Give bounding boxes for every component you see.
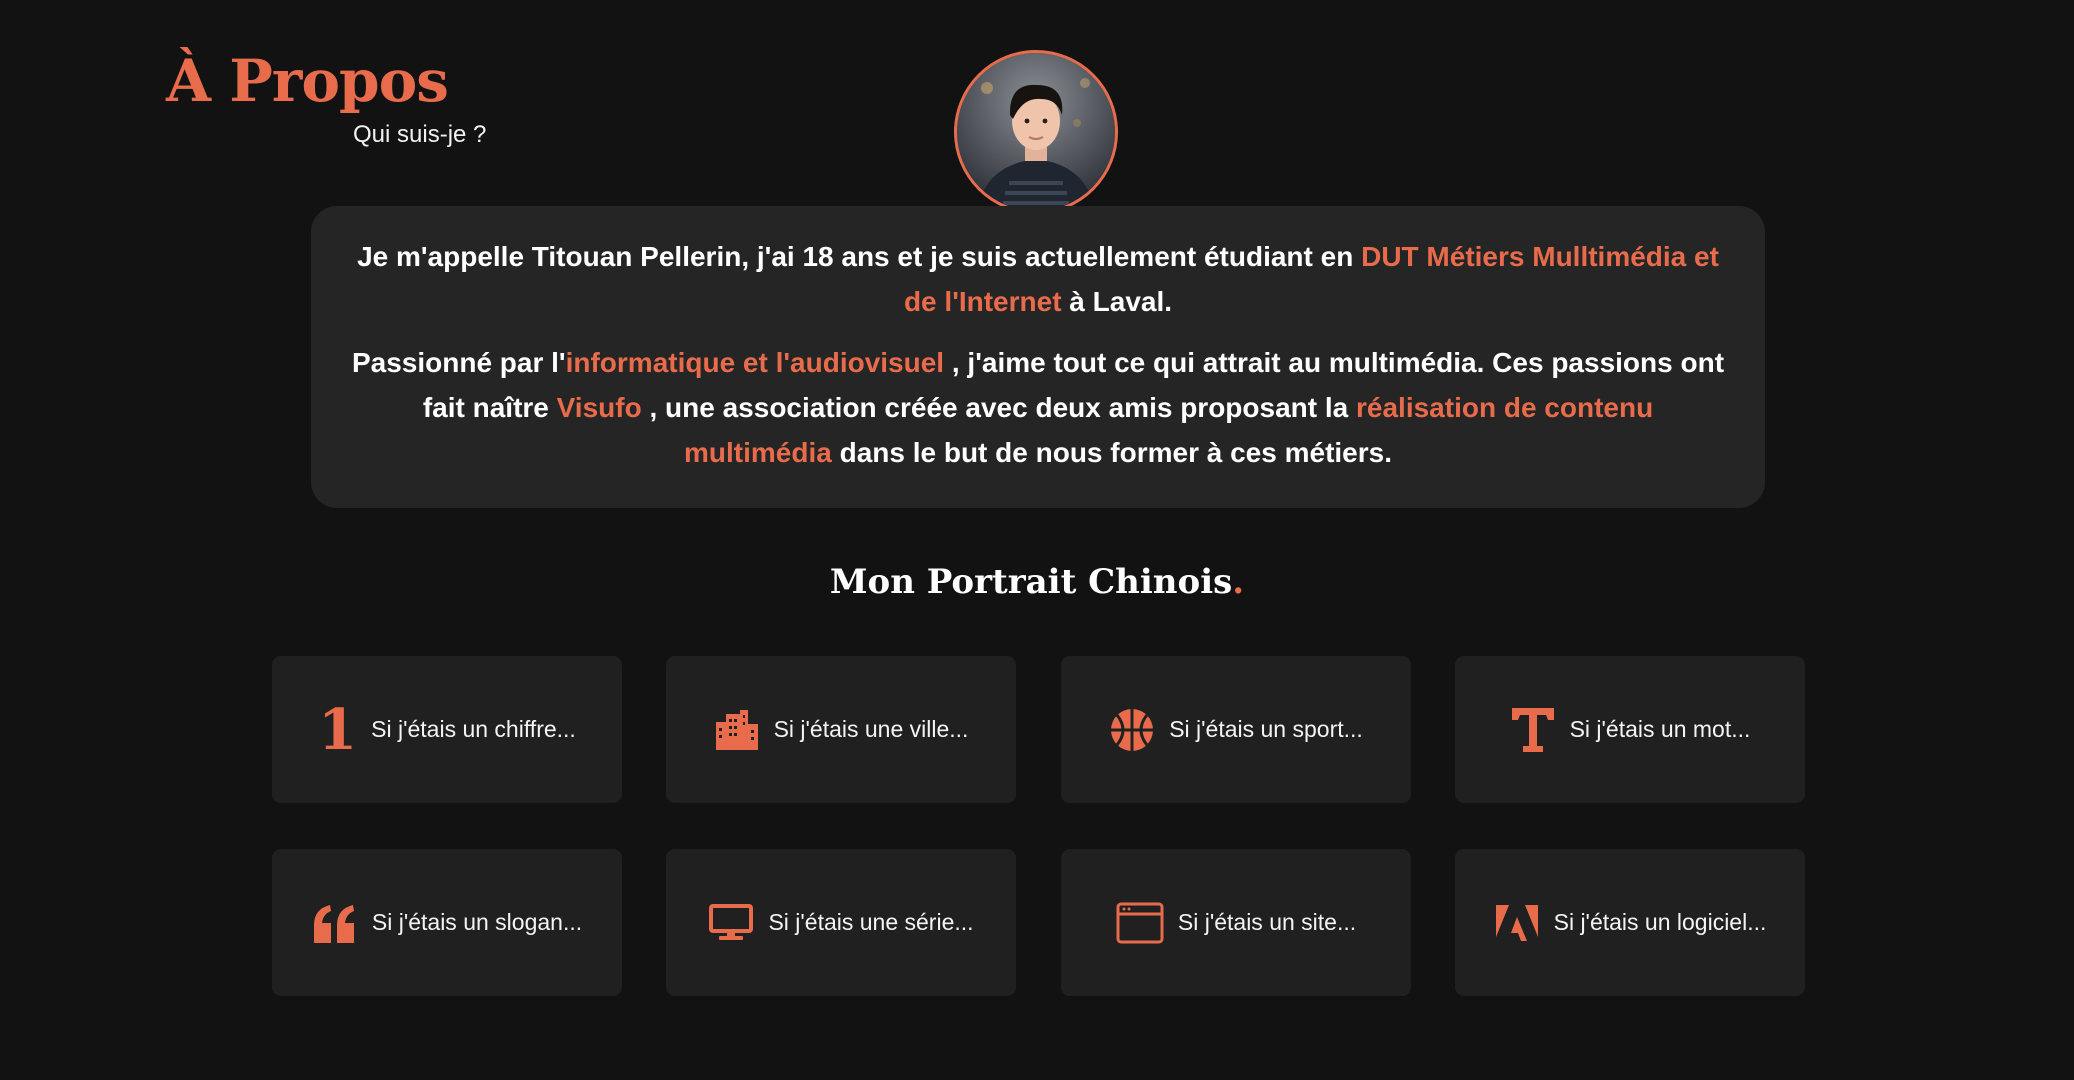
portrait-card-mot[interactable]: Si j'étais un mot... [1455, 656, 1805, 803]
bio-paragraph-1: Je m'appelle Titouan Pellerin, j'ai 18 a… [351, 234, 1725, 324]
bio-paragraph-2: Passionné par l'informatique et l'audiov… [351, 340, 1725, 475]
portrait-card-slogan[interactable]: Si j'étais un slogan... [272, 849, 622, 996]
avatar [954, 50, 1118, 214]
page-title: À Propos [166, 47, 449, 115]
portrait-section-title: Mon Portrait Chinois. [0, 562, 2074, 602]
portrait-card-logiciel[interactable]: Si j'étais un logiciel... [1455, 849, 1805, 996]
bio-text: Je m'appelle Titouan Pellerin, j'ai 18 a… [357, 241, 1362, 272]
portrait-card-label: Si j'étais un chiffre... [371, 716, 576, 742]
portrait-card-serie[interactable]: Si j'étais une série... [666, 849, 1016, 996]
quote-icon [312, 903, 358, 943]
portrait-card-chiffre[interactable]: 1 Si j'étais un chiffre... [272, 656, 622, 803]
portrait-card-sport[interactable]: Si j'étais un sport... [1061, 656, 1411, 803]
city-icon [714, 709, 760, 750]
portrait-card-label: Si j'étais un mot... [1569, 716, 1751, 742]
bio-text: , une association créée avec deux amis p… [641, 392, 1356, 423]
adobe-icon [1494, 903, 1540, 943]
portrait-title-dot: . [1232, 562, 1245, 602]
text-icon [1510, 706, 1556, 754]
portrait-title-text: Mon Portrait Chinois [829, 562, 1233, 602]
portrait-card-label: Si j'étais une série... [768, 909, 974, 935]
portrait-card-label: Si j'étais un site... [1177, 909, 1357, 935]
bio-highlight-interests: informatique et l'audiovisuel [565, 347, 945, 378]
bio-text: Passionné par l' [351, 347, 566, 378]
bio-highlight-visufo: Visufo [556, 392, 642, 423]
portrait-card-label: Si j'étais une ville... [773, 716, 969, 742]
desktop-icon [708, 903, 754, 943]
portrait-card-ville[interactable]: Si j'étais une ville... [666, 656, 1016, 803]
bio-text: dans le but de nous former à ces métiers… [831, 437, 1392, 468]
bio-card: Je m'appelle Titouan Pellerin, j'ai 18 a… [311, 206, 1765, 508]
basketball-icon [1109, 707, 1155, 753]
bio-text: à Laval. [1061, 286, 1173, 317]
portrait-card-label: Si j'étais un slogan... [371, 909, 583, 935]
portrait-card-label: Si j'étais un logiciel... [1553, 909, 1767, 935]
page-subtitle: Qui suis-je ? [353, 121, 487, 148]
portrait-card-site[interactable]: Si j'étais un site... [1061, 849, 1411, 996]
number-one-icon: 1 [318, 696, 358, 763]
browser-window-icon [1116, 902, 1164, 944]
portrait-card-label: Si j'étais un sport... [1169, 716, 1363, 742]
